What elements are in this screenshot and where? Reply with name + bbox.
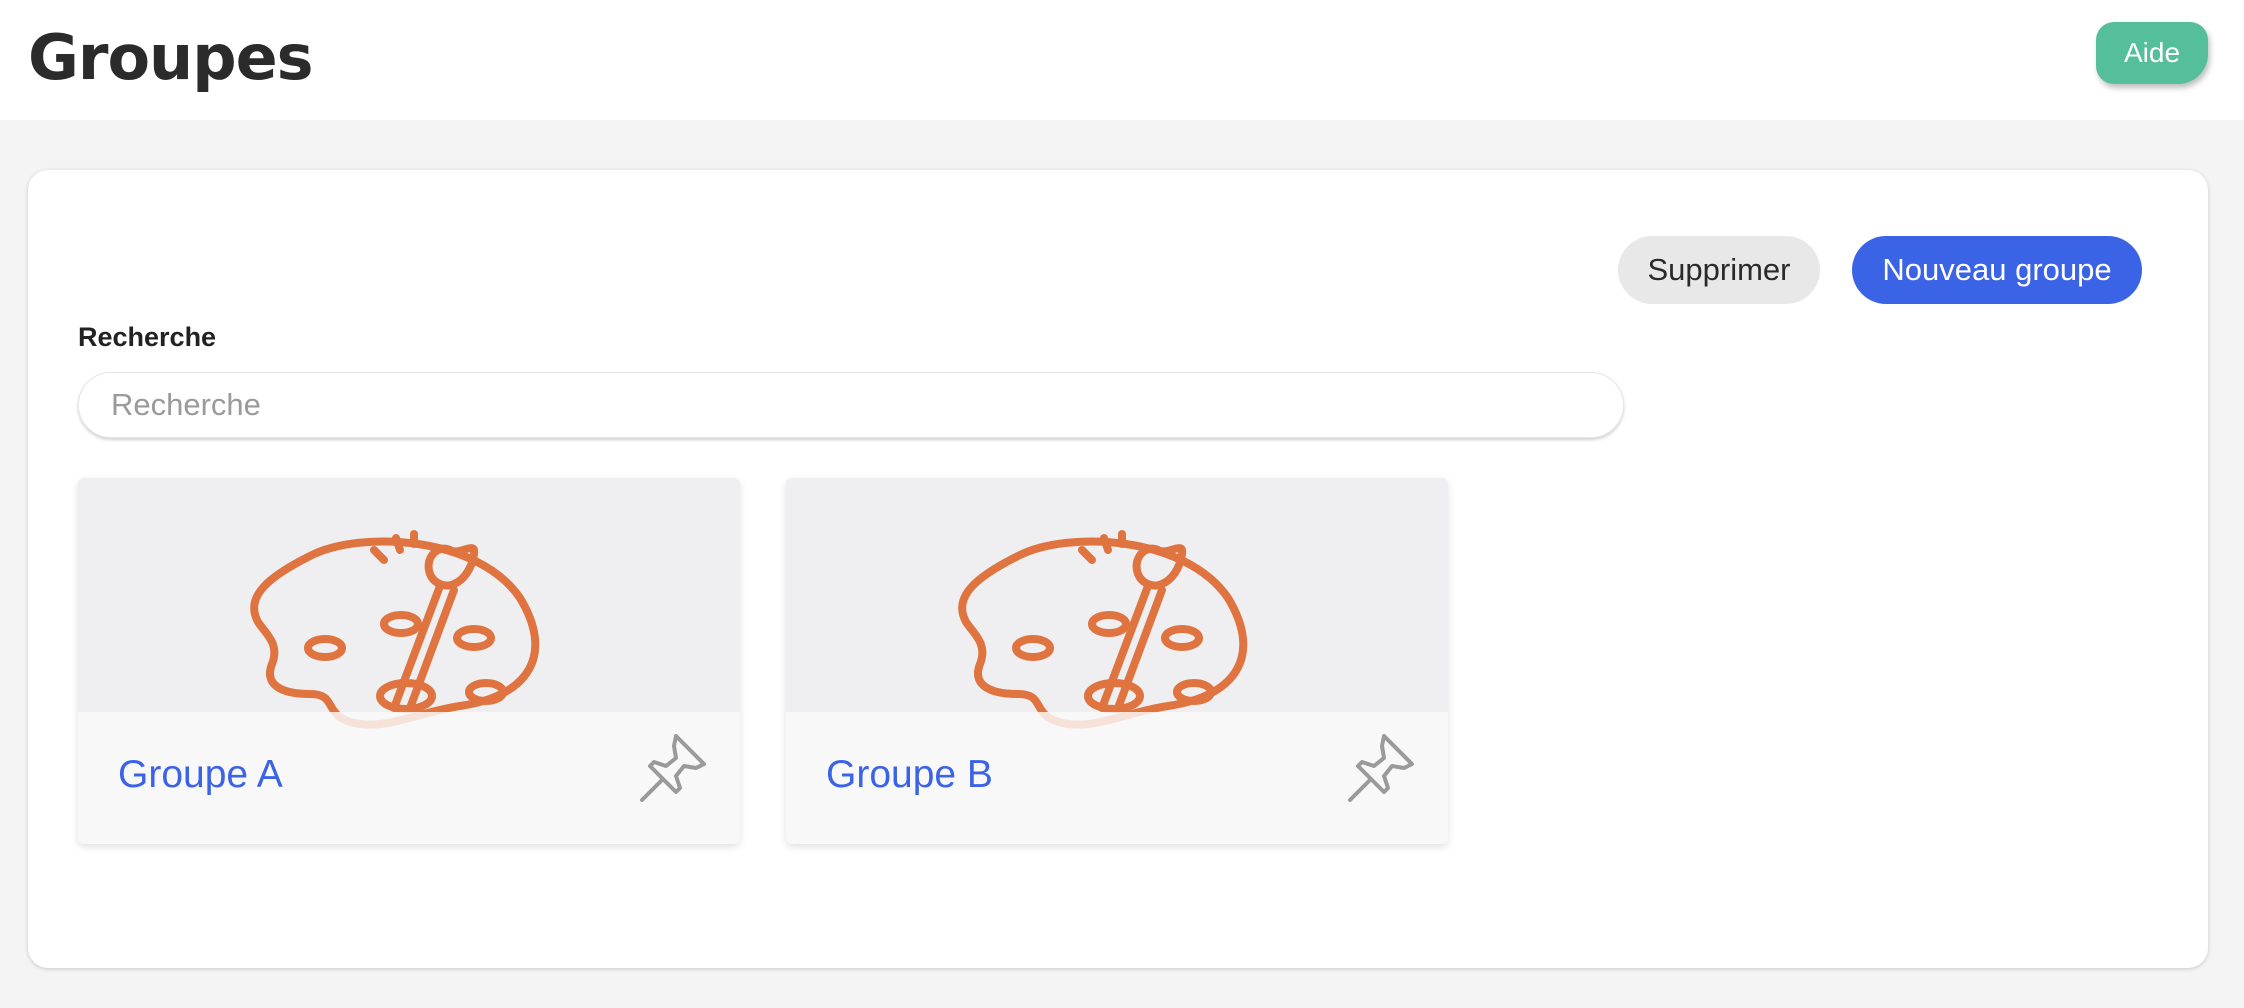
group-card-footer: Groupe B (786, 712, 1448, 844)
pin-icon[interactable] (632, 730, 712, 810)
group-card-b[interactable]: Groupe B (786, 478, 1448, 844)
page-title: Groupes (28, 21, 314, 94)
search-label: Recherche (78, 322, 217, 352)
delete-button[interactable]: Supprimer (1618, 236, 1820, 304)
group-name[interactable]: Groupe B (826, 750, 993, 800)
search-input[interactable] (78, 372, 1624, 438)
page-header: Groupes Aide (0, 0, 2244, 120)
new-group-button[interactable]: Nouveau groupe (1852, 236, 2142, 304)
help-button[interactable]: Aide (2096, 22, 2208, 84)
pin-icon[interactable] (1340, 730, 1420, 810)
group-card-footer: Groupe A (78, 712, 740, 844)
group-name[interactable]: Groupe A (118, 750, 283, 800)
groups-panel: Supprimer Nouveau groupe Recherche Group… (28, 170, 2208, 968)
group-card-a[interactable]: Groupe A (78, 478, 740, 844)
